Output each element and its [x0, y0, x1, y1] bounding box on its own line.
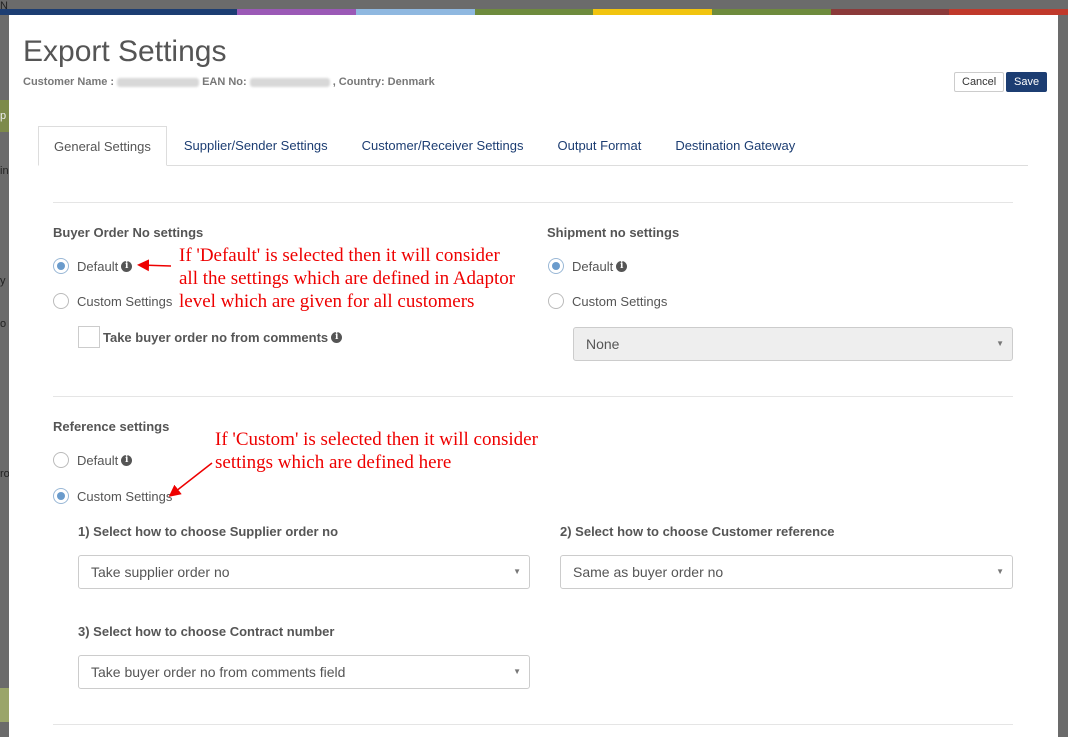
shipment-heading: Shipment no settings [547, 225, 680, 240]
shipment-select[interactable]: None ▼ [573, 327, 1013, 361]
export-settings-modal: Export Settings Customer Name : EAN No: … [9, 15, 1058, 737]
radio-label: Default [77, 452, 119, 468]
tab-output-format[interactable]: Output Format [541, 126, 659, 166]
annotation-line: all the settings which are defined in Ad… [179, 268, 516, 289]
radio-label: Custom Settings [77, 293, 173, 309]
shipment-custom-radio[interactable] [548, 293, 564, 309]
redacted-ean [249, 77, 330, 87]
custom-annotation: If 'Custom' is selected then it will con… [215, 428, 538, 474]
customer-name-label: Customer Name : [23, 76, 115, 88]
modal-header: Export Settings Customer Name : EAN No: … [9, 15, 1058, 106]
checkbox-label: Take buyer order no from comments [103, 329, 329, 345]
annotation-line: If 'Default' is selected then it will co… [179, 245, 500, 266]
buyer-order-heading: Buyer Order No settings [53, 225, 204, 240]
backdrop-text: N [0, 0, 8, 12]
contract-number-select[interactable]: Take buyer order no from comments field … [78, 655, 530, 689]
caret-down-icon: ▼ [996, 567, 1004, 576]
redacted-customer-name [117, 77, 200, 87]
buyer-order-default-option[interactable]: Default i [53, 258, 133, 274]
caret-down-icon: ▼ [513, 567, 521, 576]
buyer-order-custom-radio[interactable] [53, 293, 69, 309]
select-value: None [586, 336, 620, 352]
backdrop-text: p [0, 110, 7, 122]
customer-reference-select[interactable]: Same as buyer order no ▼ [560, 555, 1013, 589]
reference-custom-option[interactable]: Custom Settings [53, 488, 172, 504]
modal-title: Export Settings [23, 35, 227, 68]
radio-label: Custom Settings [77, 488, 173, 504]
supplier-order-label: 1) Select how to choose Supplier order n… [78, 524, 339, 539]
country-label: , Country: Denmark [332, 76, 435, 88]
customer-info: Customer Name : EAN No: , Country: Denma… [23, 76, 435, 88]
tab-destination-gateway[interactable]: Destination Gateway [658, 126, 812, 166]
caret-down-icon: ▼ [513, 667, 521, 676]
tab-supplier-sender-settings[interactable]: Supplier/Sender Settings [167, 126, 345, 166]
select-value: Take supplier order no [91, 564, 230, 580]
radio-label: Default [572, 258, 614, 274]
reference-heading: Reference settings [53, 419, 170, 434]
buyer-order-default-radio[interactable] [53, 258, 69, 274]
annotation-line: level which are given for all customers [179, 291, 475, 312]
tab-general-settings[interactable]: General Settings [38, 126, 167, 166]
backdrop-strip: p [0, 100, 9, 132]
info-circle-icon[interactable]: i [121, 454, 133, 466]
default-annotation: If 'Default' is selected then it will co… [179, 244, 515, 313]
divider [53, 724, 1013, 725]
shipment-default-radio[interactable] [548, 258, 564, 274]
reference-default-radio[interactable] [53, 452, 69, 468]
save-button[interactable]: Save [1006, 72, 1048, 92]
take-buyer-order-checkbox[interactable] [78, 326, 100, 348]
ean-label: EAN No: [202, 76, 247, 88]
info-circle-icon[interactable]: i [121, 260, 133, 272]
reference-default-option[interactable]: Default i [53, 452, 133, 468]
shipment-custom-option[interactable]: Custom Settings [548, 293, 667, 309]
arrow-to-custom [168, 462, 213, 497]
select-value: Same as buyer order no [573, 564, 724, 580]
take-buyer-order-checkbox-row[interactable]: Take buyer order no from comments i [78, 326, 343, 348]
backdrop-text: y [0, 275, 6, 287]
arrow-to-default [137, 259, 172, 272]
annotation-line: If 'Custom' is selected then it will con… [215, 429, 538, 450]
buyer-order-custom-option[interactable]: Custom Settings [53, 293, 172, 309]
divider [53, 396, 1013, 397]
reference-custom-radio[interactable] [53, 488, 69, 504]
info-circle-icon[interactable]: i [616, 260, 628, 272]
info-circle-icon[interactable]: i [331, 331, 343, 343]
radio-label: Custom Settings [572, 293, 668, 309]
caret-down-icon: ▼ [996, 339, 1004, 348]
divider [53, 202, 1013, 203]
customer-reference-label: 2) Select how to choose Customer referen… [560, 524, 835, 539]
settings-tabs: General Settings Supplier/Sender Setting… [38, 126, 1028, 166]
supplier-order-select[interactable]: Take supplier order no ▼ [78, 555, 530, 589]
backdrop-text: in [0, 165, 9, 177]
radio-label: Default [77, 258, 119, 274]
cancel-button[interactable]: Cancel [954, 72, 1005, 92]
tab-customer-receiver-settings[interactable]: Customer/Receiver Settings [345, 126, 541, 166]
backdrop-strip [0, 688, 9, 722]
annotation-line: settings which are defined here [215, 452, 452, 473]
backdrop-text: o [0, 318, 7, 330]
select-value: Take buyer order no from comments field [91, 664, 346, 680]
shipment-default-option[interactable]: Default i [548, 258, 628, 274]
contract-number-label: 3) Select how to choose Contract number [78, 624, 335, 639]
